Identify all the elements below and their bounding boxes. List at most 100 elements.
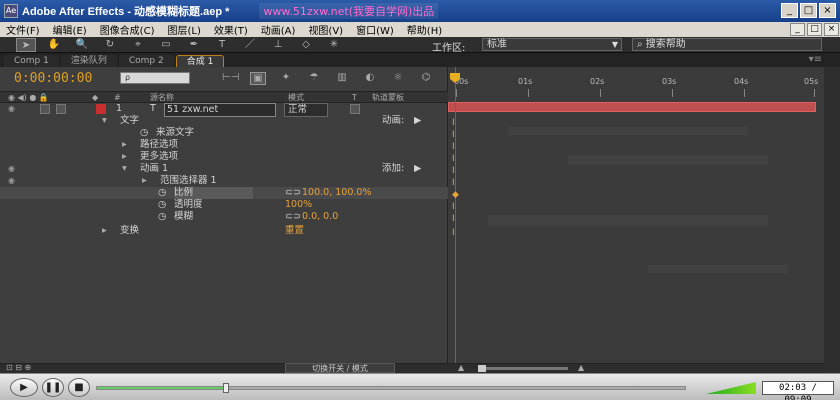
pen-tool-icon[interactable]: ✒	[184, 38, 204, 52]
panel-menu-icon[interactable]: ▾≡	[809, 54, 822, 65]
menu-file[interactable]: 文件(F)	[6, 22, 40, 37]
source-name-column-header[interactable]: 源名称	[150, 92, 174, 103]
menu-layer[interactable]: 图层(L)	[167, 22, 200, 37]
select-tool-icon[interactable]: ➤	[16, 37, 36, 52]
range-selector-row[interactable]: ◉ ▸ 范围选择器 1	[0, 175, 448, 187]
playback-progress-bar[interactable]	[96, 383, 686, 393]
path-options-row[interactable]: ▸ 路径选项	[0, 139, 448, 151]
animate-menu-button[interactable]: ▶	[414, 115, 421, 127]
transform-row[interactable]: ▸ 变换 重置	[0, 225, 448, 237]
more-options-row[interactable]: ▸ 更多选项	[0, 151, 448, 163]
zoom-out-icon[interactable]: ▲	[458, 363, 464, 372]
camera-tool-icon[interactable]: ⌖	[128, 38, 148, 52]
twirl-open-icon[interactable]: ▾	[102, 115, 107, 127]
transform-reset-link[interactable]: 重置	[285, 225, 304, 237]
comp-mini-flowchart-icon[interactable]: ⊢⊣	[222, 72, 239, 85]
text-tool-icon[interactable]: T	[212, 38, 232, 52]
keyframe-marker-icon[interactable]: ◆	[452, 191, 459, 200]
tab-comp-1[interactable]: Comp 1	[4, 55, 59, 67]
twirl-closed-icon[interactable]: ▸	[122, 139, 127, 151]
menu-composition[interactable]: 图像合成(C)	[100, 22, 155, 37]
zoom-in-icon[interactable]: ▲	[578, 363, 584, 372]
shy-layers-icon[interactable]: ☂	[306, 72, 322, 85]
stop-button[interactable]: ■	[68, 378, 90, 397]
stopwatch-icon[interactable]: ◷	[158, 187, 166, 199]
preserve-transparency-switch[interactable]	[350, 104, 360, 114]
stopwatch-icon[interactable]: ◷	[158, 199, 166, 211]
scale-value[interactable]: 100.0, 100.0%	[302, 187, 371, 199]
zoom-slider-knob[interactable]	[478, 365, 486, 372]
puppet-tool-icon[interactable]: ✳	[324, 38, 344, 52]
layer-color-label[interactable]	[96, 104, 106, 114]
vertical-scrollbar[interactable]	[824, 67, 840, 373]
toggle-switches-modes-button[interactable]: 切换开关 / 模式	[285, 363, 395, 373]
close-button[interactable]: ×	[819, 3, 836, 18]
visibility-eye-icon[interactable]: ◉	[8, 103, 15, 115]
keyframe-marker-icon[interactable]: I	[452, 229, 458, 238]
constrain-link-icon[interactable]: ⊂⊃	[285, 187, 301, 199]
add-menu-button[interactable]: ▶	[414, 163, 421, 175]
text-group-row[interactable]: ▾ 文字 动画: ▶	[0, 115, 448, 127]
opacity-value[interactable]: 100%	[285, 199, 312, 211]
menu-help[interactable]: 帮助(H)	[407, 22, 442, 37]
rotate-tool-icon[interactable]: ↻	[100, 38, 120, 52]
playback-progress-knob[interactable]	[223, 383, 230, 393]
menu-window[interactable]: 窗口(W)	[356, 22, 394, 37]
visibility-eye-icon[interactable]: ◉	[8, 163, 15, 175]
zoom-slider[interactable]	[478, 365, 568, 372]
minimize-button[interactable]: _	[781, 3, 798, 18]
play-button[interactable]: ▶	[10, 378, 38, 397]
stopwatch-icon[interactable]: ◷	[140, 127, 148, 139]
menu-animation[interactable]: 动画(A)	[261, 22, 296, 37]
solo-switch[interactable]	[40, 104, 50, 114]
blur-property-row[interactable]: ◷ 模糊 ⊂⊃ 0.0, 0.0	[0, 211, 448, 223]
maximize-button[interactable]: □	[800, 3, 817, 18]
keyframe-marker-icon[interactable]: I	[452, 167, 458, 176]
keyframe-marker-icon[interactable]: I	[452, 203, 458, 212]
live-update-icon[interactable]: ▣	[250, 72, 266, 85]
menu-view[interactable]: 视图(V)	[308, 22, 343, 37]
keyframe-marker-icon[interactable]: I	[452, 215, 458, 224]
pause-button[interactable]: ❚❚	[42, 378, 64, 397]
twirl-open-icon[interactable]: ▾	[122, 163, 127, 175]
keyframe-marker-icon[interactable]: I	[452, 143, 458, 152]
doc-minimize-button[interactable]: _	[790, 23, 805, 36]
lock-switch[interactable]	[56, 104, 66, 114]
opacity-property-row[interactable]: ◷ 透明度 100%	[0, 199, 448, 211]
layer-row[interactable]: ◉ 1 T 51 zxw.net 正常	[0, 103, 448, 117]
twirl-closed-icon[interactable]: ▸	[122, 151, 127, 163]
tab-composition-1[interactable]: 合成 1	[175, 55, 225, 67]
doc-restore-button[interactable]: □	[807, 23, 822, 36]
help-search-input[interactable]: ⌕ 搜索帮助	[632, 38, 822, 51]
layer-search-input[interactable]: ρ	[120, 72, 190, 84]
footer-icons[interactable]: ⊡ ⊟ ⊕	[6, 363, 31, 372]
tab-render-queue[interactable]: 渲染队列	[60, 55, 117, 67]
motion-blur-icon[interactable]: ◐	[362, 72, 378, 85]
brush-tool-icon[interactable]: ／	[240, 38, 260, 52]
blur-value[interactable]: 0.0, 0.0	[302, 211, 338, 223]
eraser-tool-icon[interactable]: ◇	[296, 38, 316, 52]
layer-duration-bar[interactable]	[448, 102, 816, 112]
menu-edit[interactable]: 编辑(E)	[53, 22, 87, 37]
hand-tool-icon[interactable]: ✋	[44, 38, 64, 52]
constrain-link-icon[interactable]: ⊂⊃	[285, 211, 301, 223]
workspace-dropdown[interactable]: 标准 ▼	[482, 38, 622, 51]
keyframe-marker-icon[interactable]: I	[452, 179, 458, 188]
visibility-eye-icon[interactable]: ◉	[8, 175, 15, 187]
tab-comp-2[interactable]: Comp 2	[118, 55, 174, 67]
scale-property-row[interactable]: ◷ 比例 ⊂⊃ 100.0, 100.0%	[0, 187, 448, 199]
keyframe-marker-icon[interactable]: I	[452, 119, 458, 128]
animator-row[interactable]: ◉ ▾ 动画 1 添加: ▶	[0, 163, 448, 175]
stopwatch-icon[interactable]: ◷	[158, 211, 166, 223]
current-time-display[interactable]: 0:00:00:00	[14, 71, 92, 86]
zoom-tool-icon[interactable]: 🔍	[72, 38, 92, 52]
clone-tool-icon[interactable]: ⊥	[268, 38, 288, 52]
time-ruler[interactable]: 00s 01s 02s 03s 04s 05s	[448, 73, 824, 101]
menu-effect[interactable]: 效果(T)	[214, 22, 248, 37]
twirl-closed-icon[interactable]: ▸	[102, 225, 107, 237]
twirl-closed-icon[interactable]: ▸	[142, 175, 147, 187]
draft-3d-icon[interactable]: ✦	[278, 72, 294, 85]
brainstorm-icon[interactable]: ☼	[390, 72, 406, 85]
frame-blending-icon[interactable]: ▥	[334, 72, 350, 85]
mask-tool-icon[interactable]: ▭	[156, 38, 176, 52]
